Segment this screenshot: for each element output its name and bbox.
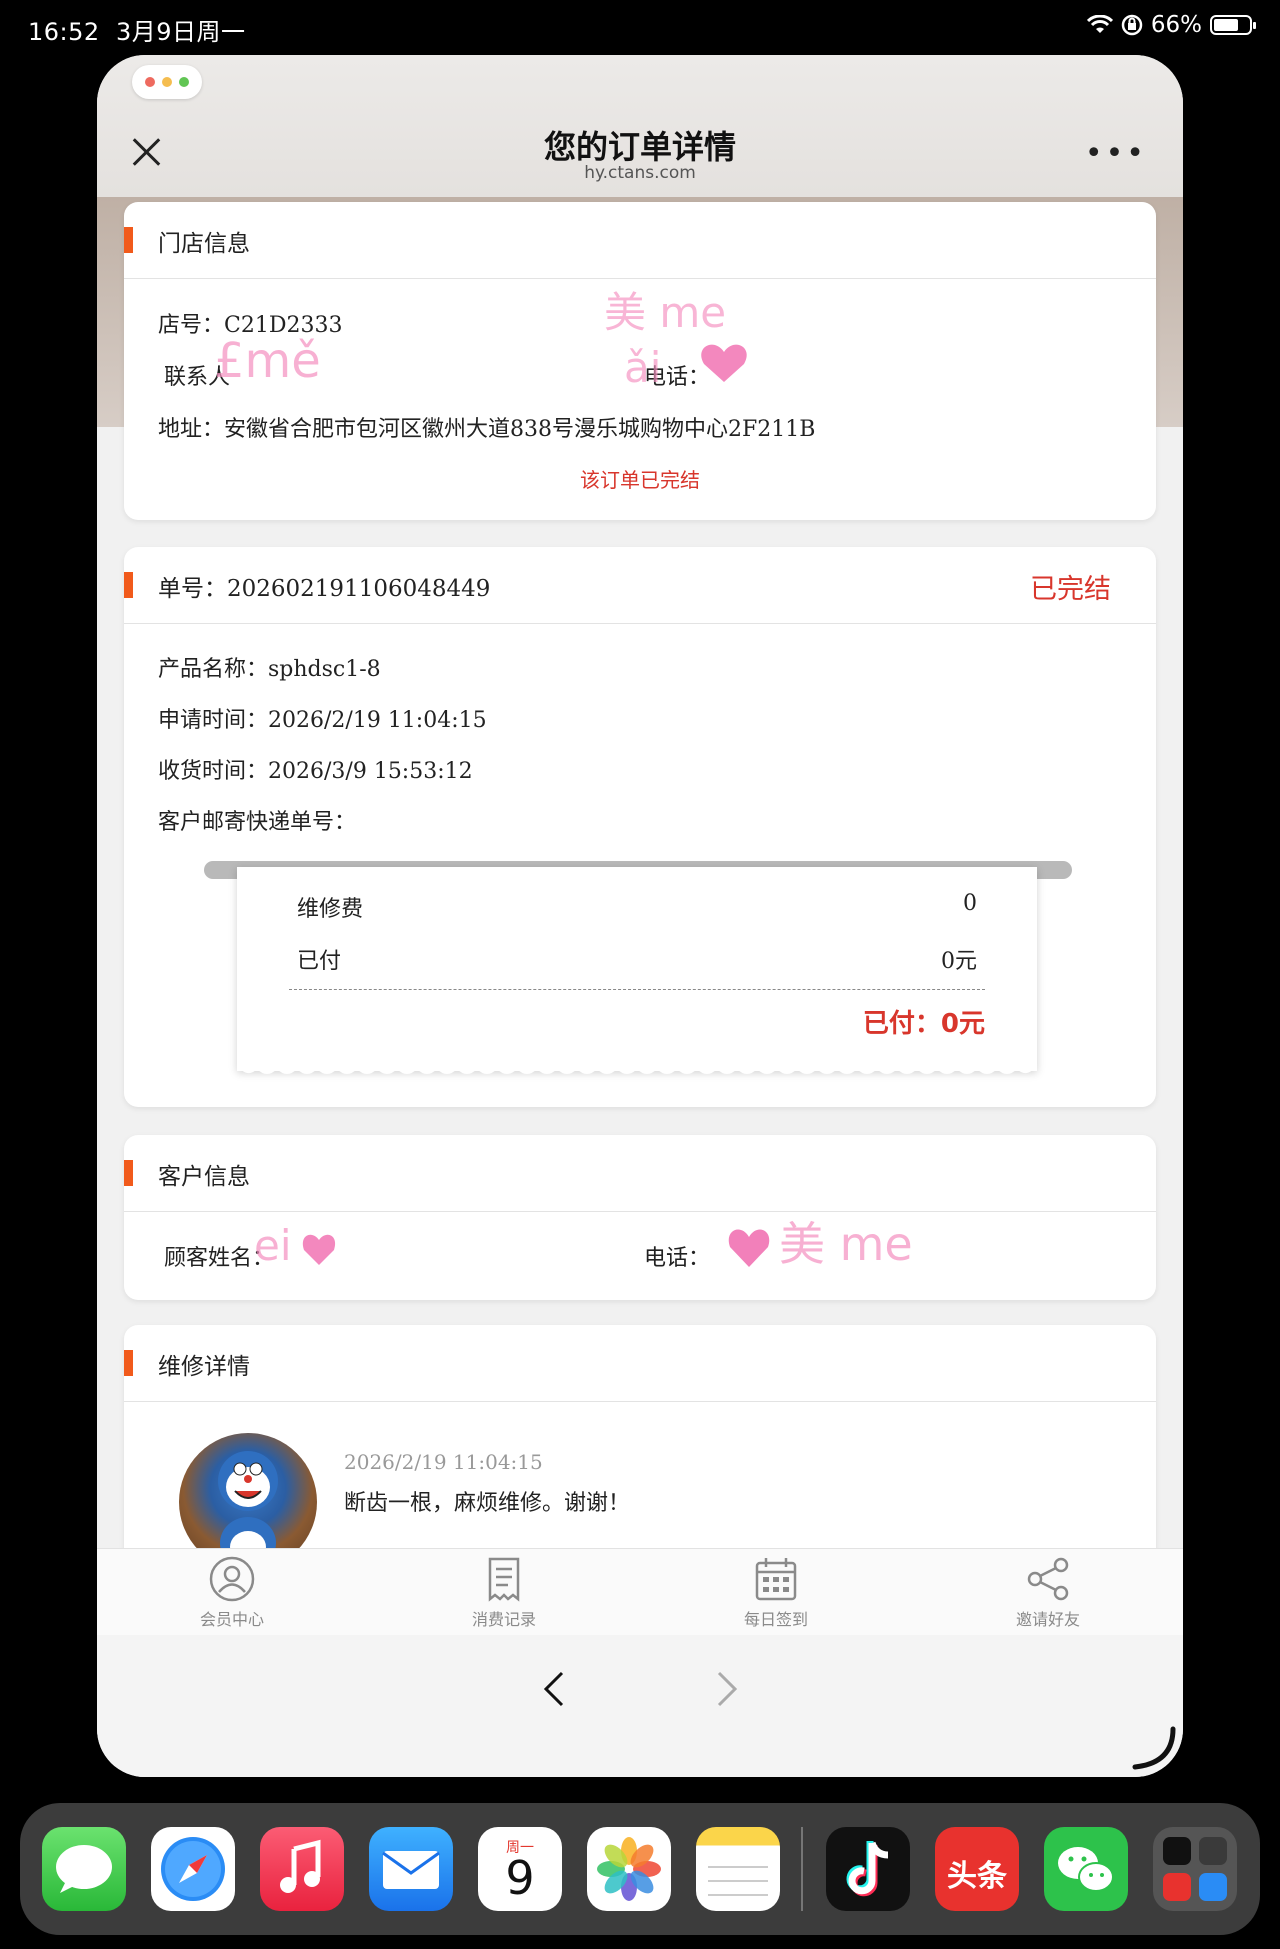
user-icon <box>209 1556 255 1602</box>
window-dot-icon <box>179 77 189 87</box>
bottom-tab-bar: 会员中心 消费记录 每日签到 邀请好友 <box>97 1548 1183 1635</box>
toutiao-app-icon[interactable]: 头条 <box>935 1827 1019 1911</box>
store-address: 地址：安徽省合肥市包河区徽州大道838号漫乐城购物中心2F211B <box>158 417 816 442</box>
calendar-day: 9 <box>505 1851 535 1905</box>
svg-text:美 me: 美 me <box>604 288 726 337</box>
tab-consumption-records[interactable]: 消费记录 <box>434 1555 574 1630</box>
calendar-app-icon[interactable]: 周一 9 <box>478 1827 562 1911</box>
card-header: 维修详情 <box>124 1325 1156 1402</box>
receipt-divider <box>289 989 985 990</box>
wechat-app-icon[interactable] <box>1044 1827 1128 1911</box>
page-title: 您的订单详情 <box>543 128 736 166</box>
tab-label: 每日签到 <box>743 1610 808 1629</box>
window-controls[interactable] <box>132 65 202 99</box>
receipt-icon <box>488 1557 520 1602</box>
browser-window: 您的订单详情 hy.ctans.com ••• 门店信息 店号：C21D2333… <box>97 55 1183 1777</box>
page-url: hy.ctans.com <box>584 163 696 183</box>
repair-fee-label: 维修费 <box>297 897 364 922</box>
customer-info-card: 客户信息 顾客姓名： 电话： ei 美 me <box>124 1135 1156 1300</box>
accent-bar <box>124 1350 133 1376</box>
tab-invite-friends[interactable]: 邀请好友 <box>978 1555 1118 1630</box>
card-header: 门店信息 <box>124 202 1156 279</box>
dock: 周一 9 头条 <box>20 1803 1260 1935</box>
safari-app-icon[interactable] <box>151 1827 235 1911</box>
toutiao-label: 头条 <box>947 1859 1007 1894</box>
store-info-card: 门店信息 店号：C21D2333 联系人 电话： 地址：安徽省合肥市包河区徽州大… <box>124 202 1156 520</box>
order-status: 已完结 <box>1030 574 1111 605</box>
paid-value: 0元 <box>941 949 977 974</box>
card-title: 客户信息 <box>158 1164 250 1190</box>
sticker-heart-icon: 美 me <box>728 1217 913 1271</box>
sticker-heart-icon: 美 me ǎi <box>604 288 747 392</box>
svg-text:£mě: £mě <box>214 333 321 389</box>
card-header: 客户信息 <box>124 1135 1156 1212</box>
receive-time: 收货时间：2026/3/9 15:53:12 <box>158 759 473 784</box>
sticker-heart-icon: £mě <box>214 333 321 389</box>
svg-text:ǎi: ǎi <box>624 343 661 392</box>
tab-label: 邀请好友 <box>1015 1610 1080 1629</box>
order-complete-notice: 该订单已完结 <box>580 468 700 492</box>
tab-label: 消费记录 <box>471 1610 536 1629</box>
more-icon[interactable]: ••• <box>1085 139 1147 169</box>
svg-text:ei: ei <box>254 1221 292 1270</box>
order-number: 单号：202602191106048449 <box>158 576 491 602</box>
paid-label: 已付 <box>297 949 342 974</box>
card-header: 单号：202602191106048449 已完结 <box>124 547 1156 624</box>
calendar-icon <box>755 1558 797 1601</box>
card-title: 门店信息 <box>158 231 250 257</box>
share-icon <box>1027 1557 1069 1601</box>
repair-fee-value: 0 <box>963 891 977 916</box>
orientation-lock-icon <box>1121 14 1143 36</box>
mail-app-icon[interactable] <box>369 1827 453 1911</box>
back-chevron-icon[interactable] <box>542 1669 566 1709</box>
music-app-icon[interactable] <box>260 1827 344 1911</box>
card-title: 维修详情 <box>158 1354 250 1380</box>
browser-nav-bar <box>97 1635 1183 1777</box>
product-name: 产品名称：sphdsc1-8 <box>158 657 381 682</box>
tab-label: 会员中心 <box>199 1610 264 1629</box>
repair-entry-text: 断齿一根，麻烦维修。谢谢！ <box>344 1491 631 1516</box>
window-header: 您的订单详情 hy.ctans.com ••• <box>97 55 1183 197</box>
messages-app-icon[interactable] <box>42 1827 126 1911</box>
window-dot-icon <box>145 77 155 87</box>
status-right: 66% <box>1086 12 1256 38</box>
wifi-icon <box>1086 15 1113 33</box>
battery-icon <box>1210 15 1256 35</box>
accent-bar <box>124 572 133 598</box>
receipt-paper: 维修费 0 已付 0元 已付：0元 <box>237 867 1037 1071</box>
tab-daily-checkin[interactable]: 每日签到 <box>706 1555 846 1630</box>
svg-text:美 me: 美 me <box>779 1217 913 1271</box>
status-bar: 16:52 3月9日周一 66% <box>0 0 1280 54</box>
status-date: 3月9日周一 <box>115 18 246 46</box>
order-card: 单号：202602191106048449 已完结 产品名称：sphdsc1-8… <box>124 547 1156 1107</box>
status-time: 16:52 3月9日周一 <box>28 18 246 46</box>
app-library-icon[interactable] <box>1153 1827 1237 1911</box>
battery-percent: 66% <box>1150 12 1202 38</box>
tab-member-center[interactable]: 会员中心 <box>162 1555 302 1630</box>
accent-bar <box>124 1160 133 1186</box>
accent-bar <box>124 227 133 253</box>
forward-chevron-icon[interactable] <box>715 1669 739 1709</box>
payment-receipt: 维修费 0 已付 0元 已付：0元 <box>204 861 1072 1081</box>
receipt-zigzag <box>237 1065 1037 1074</box>
apply-time: 申请时间：2026/2/19 11:04:15 <box>158 708 487 733</box>
total-paid: 已付：0元 <box>862 1009 985 1039</box>
tracking-number: 客户邮寄快递单号： <box>158 810 357 835</box>
customer-phone-label: 电话： <box>644 1246 711 1271</box>
dock-divider <box>801 1827 803 1911</box>
tiktok-app-icon[interactable] <box>826 1827 910 1911</box>
sticker-heart-icon: ei <box>254 1221 336 1270</box>
notes-app-icon[interactable] <box>696 1827 780 1911</box>
resize-handle-icon[interactable] <box>1129 1723 1179 1773</box>
photos-app-icon[interactable] <box>587 1827 671 1911</box>
window-dot-icon <box>162 77 172 87</box>
repair-entry-time: 2026/2/19 11:04:15 <box>344 1450 543 1474</box>
